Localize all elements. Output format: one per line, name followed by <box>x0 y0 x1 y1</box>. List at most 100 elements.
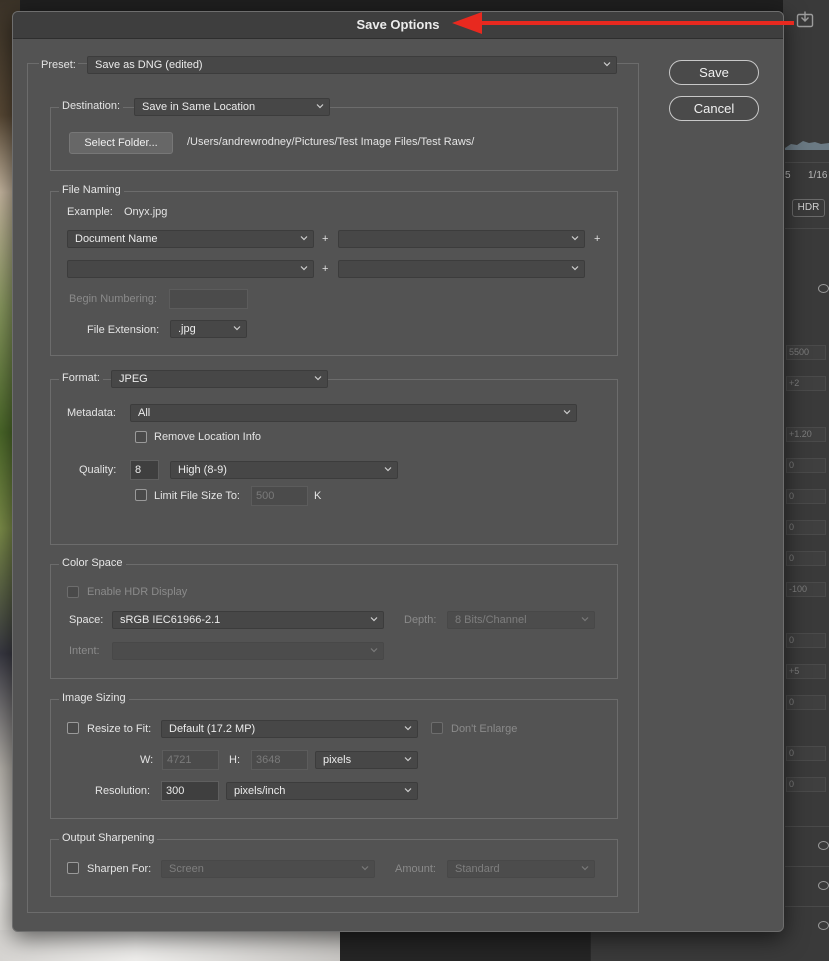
height-label: H: <box>229 754 240 766</box>
panel-field[interactable]: 0 <box>786 520 826 535</box>
chevron-down-icon <box>361 866 369 871</box>
filename-part-2-select[interactable] <box>338 230 585 248</box>
save-button[interactable]: Save <box>669 60 759 85</box>
resolution-units-select[interactable]: pixels/inch <box>226 782 418 800</box>
panel-field[interactable]: 0 <box>786 777 826 792</box>
depth-value: 8 Bits/Channel <box>455 614 527 626</box>
dont-enlarge-checkbox[interactable] <box>431 722 443 734</box>
eye-icon[interactable] <box>818 284 829 293</box>
destination-label: Destination: <box>59 100 124 112</box>
file-extension-select[interactable]: .jpg <box>170 320 247 338</box>
quality-label: Quality: <box>79 464 117 476</box>
sharpen-for-value: Screen <box>169 863 204 875</box>
background-photo-bottom <box>0 930 340 961</box>
annotation-arrow-icon <box>452 12 794 34</box>
panel-field[interactable]: +5 <box>786 664 826 679</box>
eye-icon[interactable] <box>818 881 829 890</box>
dont-enlarge-label: Don't Enlarge <box>451 723 518 735</box>
panel-divider <box>785 906 829 907</box>
quality-select[interactable]: High (8-9) <box>170 461 398 479</box>
panel-field[interactable]: 0 <box>786 633 826 648</box>
resolution-units-value: pixels/inch <box>234 785 286 797</box>
panel-divider <box>785 826 829 827</box>
remove-location-checkbox[interactable] <box>135 431 147 443</box>
filename-part-4-select[interactable] <box>338 260 585 278</box>
eye-icon[interactable] <box>818 841 829 850</box>
begin-numbering-field[interactable] <box>169 289 248 309</box>
metadata-label: Metadata: <box>67 407 116 419</box>
chevron-down-icon <box>404 757 412 762</box>
resize-to-fit-checkbox[interactable] <box>67 722 79 734</box>
panel-field[interactable]: 0 <box>786 458 826 473</box>
intent-label: Intent: <box>69 645 100 657</box>
chevron-down-icon <box>384 467 392 472</box>
chevron-down-icon <box>603 62 611 67</box>
quality-field[interactable]: 8 <box>130 460 159 480</box>
file-extension-value: .jpg <box>178 323 196 335</box>
filename-part-1-value: Document Name <box>75 233 158 245</box>
plus-sign: + <box>594 233 601 245</box>
resize-to-fit-value: Default (17.2 MP) <box>169 723 256 735</box>
panel-divider <box>785 228 829 229</box>
sharpen-for-select[interactable]: Screen <box>161 860 375 878</box>
quality-preset-value: High (8-9) <box>178 464 227 476</box>
chevron-down-icon <box>300 236 308 241</box>
preset-label: Preset: <box>39 59 78 71</box>
chevron-down-icon <box>233 326 241 331</box>
resize-to-fit-select[interactable]: Default (17.2 MP) <box>161 720 418 738</box>
histogram-graphic <box>785 141 829 150</box>
chevron-down-icon <box>571 266 579 271</box>
cancel-button[interactable]: Cancel <box>669 96 759 121</box>
panel-value-5: 5 <box>785 170 791 181</box>
tint-field[interactable]: +2 <box>786 376 826 391</box>
chevron-down-icon <box>300 266 308 271</box>
filename-part-1-select[interactable]: Document Name <box>67 230 314 248</box>
plus-sign: + <box>322 263 329 275</box>
chevron-down-icon <box>316 104 324 109</box>
example-value: Onyx.jpg <box>124 206 168 218</box>
preset-select[interactable]: Save as DNG (edited) <box>87 56 617 74</box>
destination-value: Save in Same Location <box>142 101 256 113</box>
intent-select[interactable] <box>112 642 384 660</box>
save-options-dialog: Save Options Save Cancel Preset: Save as… <box>12 11 784 932</box>
depth-select[interactable]: 8 Bits/Channel <box>447 611 595 629</box>
color-space-title: Color Space <box>59 557 126 569</box>
panel-field[interactable]: 0 <box>786 551 826 566</box>
format-select[interactable]: JPEG <box>111 370 328 388</box>
resolution-label: Resolution: <box>95 785 151 797</box>
limit-file-size-checkbox[interactable] <box>135 489 147 501</box>
panel-field[interactable]: -100 <box>786 582 826 597</box>
chevron-down-icon <box>571 236 579 241</box>
filename-part-3-select[interactable] <box>67 260 314 278</box>
chevron-down-icon <box>314 376 322 381</box>
enable-hdr-checkbox[interactable] <box>67 586 79 598</box>
metadata-select[interactable]: All <box>130 404 577 422</box>
enable-hdr-label: Enable HDR Display <box>87 586 188 598</box>
width-field[interactable]: 4721 <box>162 750 219 770</box>
chevron-down-icon <box>404 726 412 731</box>
sharpen-for-label: Sharpen For: <box>87 863 152 875</box>
chevron-down-icon <box>581 617 589 622</box>
amount-select[interactable]: Standard <box>447 860 595 878</box>
exposure-field[interactable]: +1.20 <box>786 427 826 442</box>
panel-field[interactable]: 0 <box>786 746 826 761</box>
limit-unit-label: K <box>314 490 322 502</box>
destination-select[interactable]: Save in Same Location <box>134 98 330 116</box>
panel-field[interactable]: 0 <box>786 695 826 710</box>
sharpen-for-checkbox[interactable] <box>67 862 79 874</box>
hdr-button[interactable]: HDR <box>792 199 825 217</box>
size-units-select[interactable]: pixels <box>315 751 418 769</box>
metadata-value: All <box>138 407 151 419</box>
space-select[interactable]: sRGB IEC61966-2.1 <box>112 611 384 629</box>
select-folder-button[interactable]: Select Folder... <box>69 132 173 154</box>
limit-file-size-label: Limit File Size To: <box>154 490 240 502</box>
height-field[interactable]: 3648 <box>251 750 308 770</box>
eye-icon[interactable] <box>818 921 829 930</box>
background-filmstrip <box>340 930 590 961</box>
resolution-field[interactable]: 300 <box>161 781 219 801</box>
limit-file-size-field[interactable]: 500 <box>251 486 308 506</box>
temp-field[interactable]: 5500 <box>786 345 826 360</box>
panel-field[interactable]: 0 <box>786 489 826 504</box>
example-label: Example: <box>67 206 113 218</box>
chevron-down-icon <box>370 617 378 622</box>
